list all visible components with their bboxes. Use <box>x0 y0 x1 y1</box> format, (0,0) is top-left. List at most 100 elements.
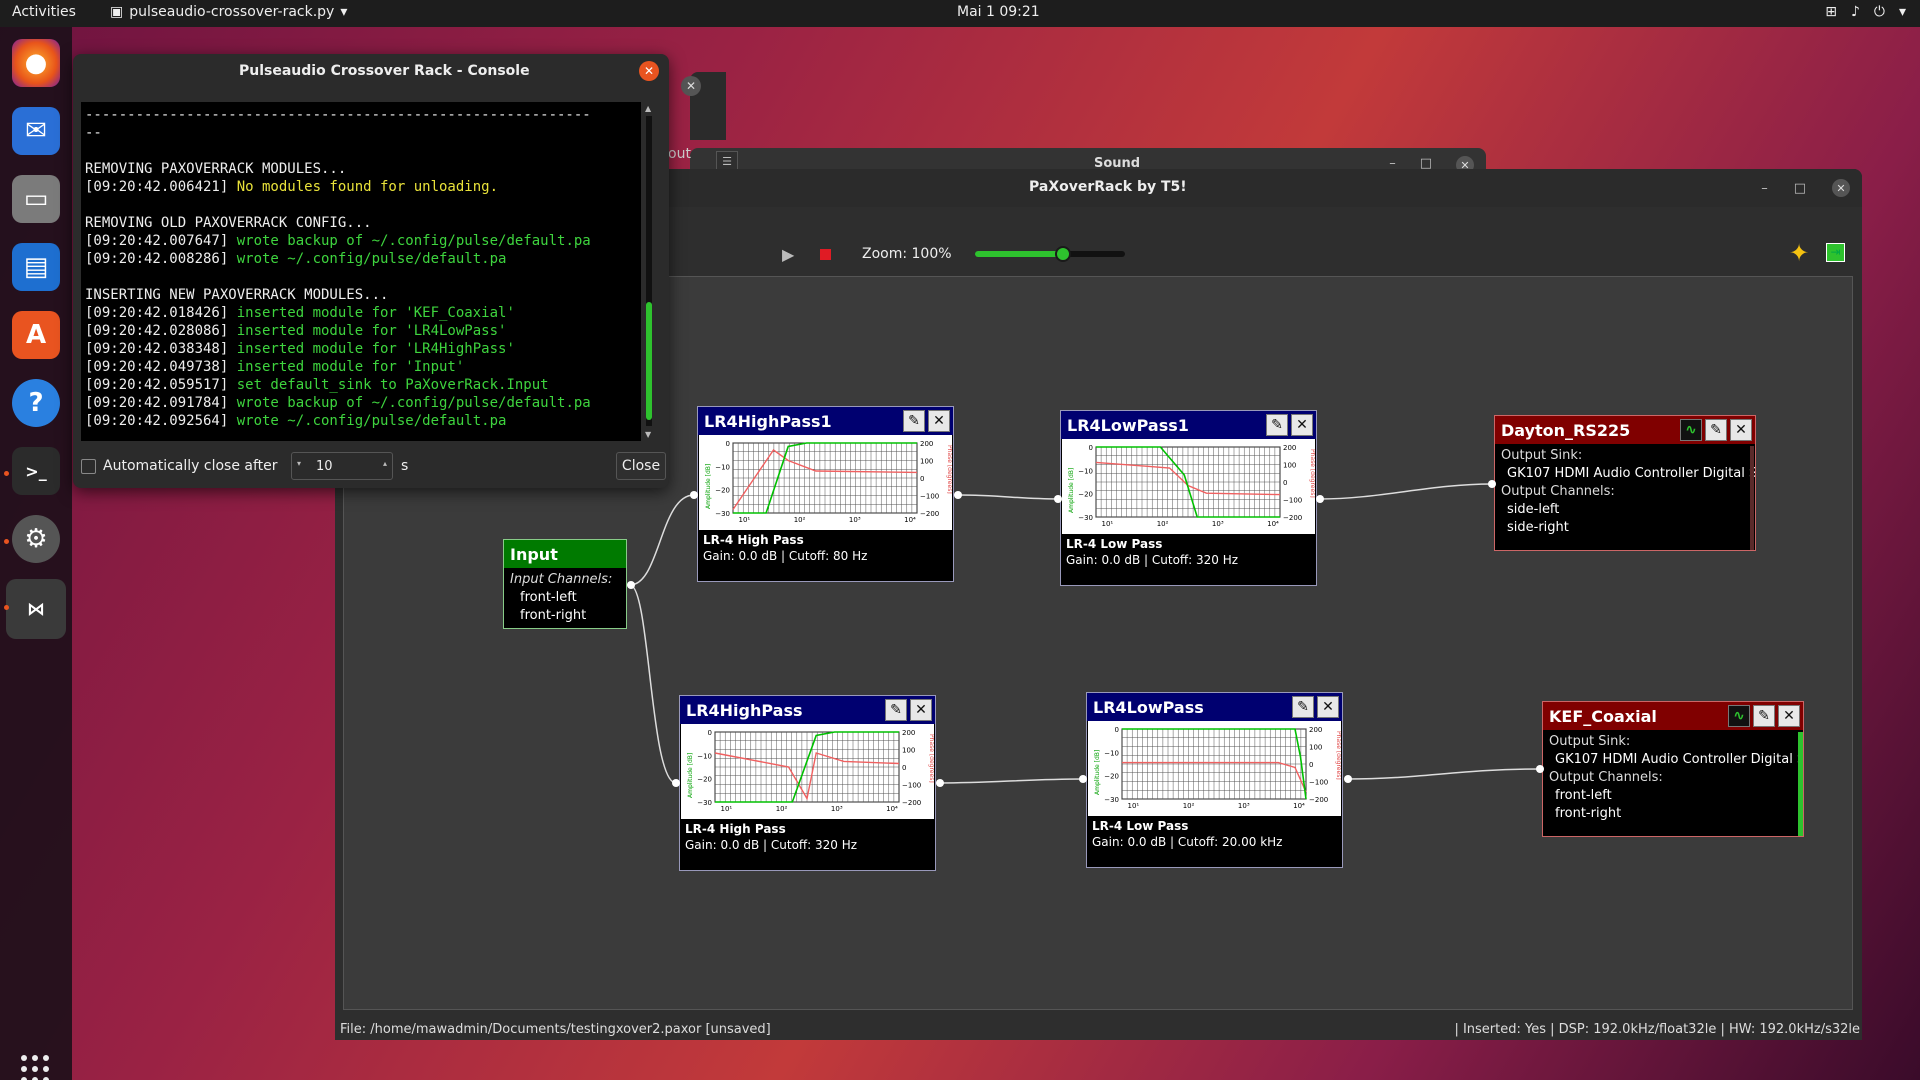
edit-icon[interactable]: ✎ <box>1292 696 1314 718</box>
console-scrollbar[interactable]: ▲ ▼ <box>643 102 655 441</box>
frequency-tick: 10⁴ <box>1267 520 1279 528</box>
bode-plot: 0 −10 −20 −30 200 100 0 −100 −200 10¹ 10² 10³ 10⁴ Amp… <box>1094 726 1341 810</box>
zoom-slider-knob[interactable] <box>1055 246 1071 262</box>
paxoverrack-icon[interactable]: ⋈ <box>6 579 66 639</box>
meter-icon[interactable]: ∿ <box>1680 419 1702 441</box>
filter-type: LR-4 High Pass <box>703 533 804 547</box>
clock[interactable]: Mai 1 09:21 <box>957 4 1040 20</box>
software-icon[interactable]: A <box>12 311 60 359</box>
edit-icon[interactable]: ✎ <box>1705 419 1727 441</box>
console-line: INSERTING NEW PAXOVERRACK MODULES... <box>85 287 389 303</box>
console-title: Pulseaudio Crossover Rack - Console <box>239 63 530 79</box>
scrollbar-thumb[interactable] <box>646 302 652 420</box>
input-port[interactable] <box>1536 765 1544 773</box>
delete-icon[interactable]: ✕ <box>1730 419 1752 441</box>
system-tray[interactable]: ⊞ ♪ ⏻ ▾ <box>1825 4 1906 20</box>
exit-icon[interactable]: ⇥ <box>1826 243 1845 262</box>
filter-node-lp1[interactable]: LR4LowPass1 ✎ ✕ 0 −10 −20 −30 200 100 0 −100 −200 1… <box>1060 410 1317 586</box>
input-port[interactable] <box>1079 775 1087 783</box>
node-title: Input <box>510 544 558 564</box>
node-header[interactable]: Dayton_RS225 ∿ ✎ ✕ <box>1495 416 1755 444</box>
console-line: REMOVING OLD PAXOVERRACK CONFIG... <box>85 215 372 231</box>
channel-item: side-left <box>1507 502 1560 517</box>
zoom-slider[interactable] <box>975 246 1125 262</box>
output-port[interactable] <box>936 779 944 787</box>
input-port[interactable] <box>1054 495 1062 503</box>
minimize-icon[interactable]: – <box>1761 181 1768 196</box>
close-button[interactable]: Close <box>616 452 666 480</box>
sink-node-kef[interactable]: KEF_Coaxial ∿ ✎ ✕ Output Sink: GK107 HDMI A… <box>1542 701 1804 837</box>
terminal-icon[interactable]: >_ <box>12 447 60 495</box>
firefox-icon[interactable]: ● <box>12 39 60 87</box>
scroll-up-icon[interactable]: ▲ <box>645 104 651 113</box>
settings-icon[interactable]: ⚙ <box>12 515 60 563</box>
input-port[interactable] <box>672 779 680 787</box>
input-port[interactable] <box>690 491 698 499</box>
files-icon[interactable]: ▭ <box>12 175 60 223</box>
console-titlebar[interactable]: Pulseaudio Crossover Rack - Console ✕ <box>73 54 669 90</box>
input-node[interactable]: Input Input Channels: front-left front-r… <box>503 539 627 629</box>
auto-close-checkbox[interactable] <box>81 459 96 474</box>
node-header[interactable]: LR4LowPass ✎ ✕ <box>1087 693 1342 721</box>
writer-icon[interactable]: ▤ <box>12 243 60 291</box>
bode-plot: 0 −10 −20 −30 200 100 0 −100 −200 10¹ 10² 10³ 10⁴ Amp… <box>705 440 952 524</box>
stop-icon[interactable] <box>820 249 831 260</box>
output-port[interactable] <box>1316 495 1324 503</box>
output-port[interactable] <box>627 581 635 589</box>
output-port[interactable] <box>954 491 962 499</box>
frequency-tick: 10² <box>794 516 806 524</box>
filter-node-hp1[interactable]: LR4HighPass1 ✎ ✕ 0 −10 −20 −30 200 100 0 −100 −200… <box>697 406 954 582</box>
console-output[interactable]: ----------------------------------------… <box>81 102 641 441</box>
phase-tick: 200 <box>1283 444 1296 452</box>
node-header[interactable]: LR4LowPass1 ✎ ✕ <box>1061 411 1316 439</box>
console-message: inserted module for 'KEF_Coaxial' <box>236 305 515 321</box>
help-icon[interactable]: ? <box>12 379 60 427</box>
delete-icon[interactable]: ✕ <box>1317 696 1339 718</box>
edit-icon[interactable]: ✎ <box>1266 414 1288 436</box>
play-icon[interactable]: ▶ <box>782 245 794 264</box>
activities-button[interactable]: Activities <box>12 4 76 20</box>
console-line: [09:20:42.006421] No modules found for u… <box>85 178 637 196</box>
background-close-icon[interactable]: ✕ <box>681 76 701 96</box>
node-header[interactable]: KEF_Coaxial ∿ ✎ ✕ <box>1543 702 1803 730</box>
node-header[interactable]: LR4HighPass1 ✎ ✕ <box>698 407 953 435</box>
maximize-icon[interactable]: □ <box>1794 181 1806 196</box>
filter-node-hp2[interactable]: LR4HighPass ✎ ✕ 0 −10 −20 −30 200 100 0 −100 −200 1… <box>679 695 936 871</box>
app-menu[interactable]: ▣ pulseaudio-crossover-rack.py ▾ <box>110 4 347 20</box>
phase-tick: 200 <box>920 440 933 448</box>
edit-icon[interactable]: ✎ <box>885 699 907 721</box>
node-title: LR4LowPass1 <box>1067 415 1189 435</box>
console-timestamp: [09:20:42.038348] <box>85 341 237 357</box>
auto-close-spinner[interactable]: ▾ 10 ▴ <box>291 452 393 480</box>
console-dialog: Pulseaudio Crossover Rack - Console ✕ --… <box>73 54 669 488</box>
edit-icon[interactable]: ✎ <box>903 410 925 432</box>
star-icon[interactable]: ✦ <box>1789 239 1809 267</box>
delete-icon[interactable]: ✕ <box>1778 705 1800 727</box>
node-title: LR4HighPass <box>686 700 803 720</box>
delete-icon[interactable]: ✕ <box>928 410 950 432</box>
scroll-down-icon[interactable]: ▼ <box>645 430 651 439</box>
output-port[interactable] <box>1344 775 1352 783</box>
phase-tick: −200 <box>1309 796 1328 804</box>
frequency-tick: 10³ <box>849 516 861 524</box>
input-port[interactable] <box>1488 480 1496 488</box>
increment-icon[interactable]: ▴ <box>383 459 387 468</box>
auto-close-label: Automatically close after <box>103 458 278 474</box>
amplitude-tick: −20 <box>697 776 712 784</box>
meter-icon[interactable]: ∿ <box>1728 705 1750 727</box>
app-menu-label: pulseaudio-crossover-rack.py <box>129 4 335 20</box>
amplitude-axis-label: Amplitude [dB] <box>687 753 694 798</box>
node-header[interactable]: Input <box>504 540 626 568</box>
close-icon[interactable]: ✕ <box>1832 179 1850 197</box>
thunderbird-icon[interactable]: ✉ <box>12 107 60 155</box>
decrement-icon[interactable]: ▾ <box>297 459 301 468</box>
delete-icon[interactable]: ✕ <box>1291 414 1313 436</box>
delete-icon[interactable]: ✕ <box>910 699 932 721</box>
node-header[interactable]: LR4HighPass ✎ ✕ <box>680 696 935 724</box>
sink-node-dayton[interactable]: Dayton_RS225 ∿ ✎ ✕ Output Sink: GK107 HDMI … <box>1494 415 1756 551</box>
filter-node-lp2[interactable]: LR4LowPass ✎ ✕ 0 −10 −20 −30 200 100 0 −100 −200 10… <box>1086 692 1343 868</box>
show-apps-icon[interactable] <box>21 1055 49 1080</box>
output-sink-label: Output Sink: <box>1549 734 1631 749</box>
close-icon[interactable]: ✕ <box>639 61 659 81</box>
edit-icon[interactable]: ✎ <box>1753 705 1775 727</box>
